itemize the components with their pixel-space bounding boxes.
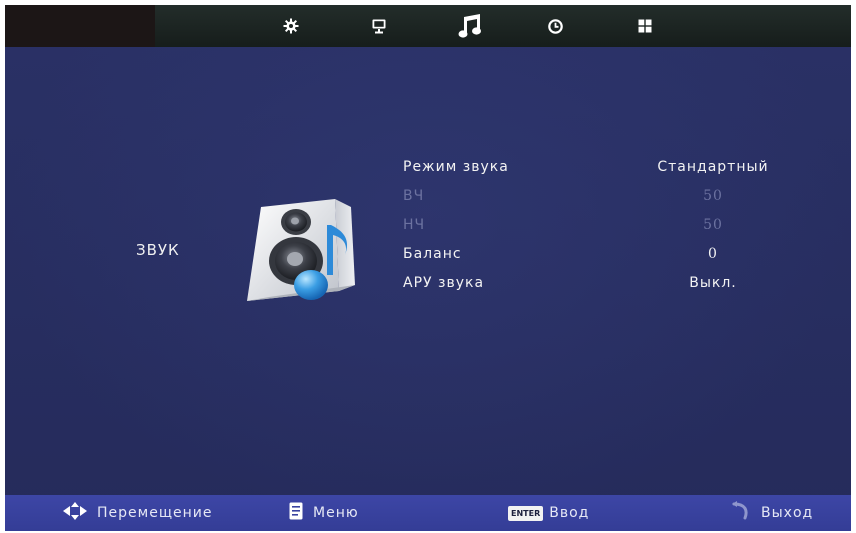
hint-exit: Выход bbox=[731, 495, 813, 531]
enter-key-icon: ENTER bbox=[508, 505, 544, 521]
setting-row-treble: ВЧ 50 bbox=[403, 182, 803, 211]
bottom-hint-bar: Перемещение Меню ENTER Ввод Выход bbox=[5, 495, 851, 531]
tab-options[interactable] bbox=[625, 5, 665, 47]
setting-value: 50 bbox=[703, 217, 723, 233]
return-arrow-icon bbox=[731, 501, 751, 525]
setting-row-bass: НЧ 50 bbox=[403, 211, 803, 240]
hint-exit-label: Выход bbox=[761, 505, 814, 521]
setting-value: Выкл. bbox=[689, 275, 737, 291]
tab-picture[interactable] bbox=[359, 5, 399, 47]
setting-label: АРУ звука bbox=[403, 275, 485, 291]
setting-label: НЧ bbox=[403, 217, 426, 233]
tv-menu-screen: ЗВУК Режим звука Стандартный ВЧ 50 НЧ 50… bbox=[5, 5, 851, 531]
setting-row-balance[interactable]: Баланс 0 bbox=[403, 240, 803, 269]
setting-label: Баланс bbox=[403, 246, 462, 262]
sound-settings-list: Режим звука Стандартный ВЧ 50 НЧ 50 Бала… bbox=[403, 153, 803, 298]
menu-icon bbox=[289, 502, 303, 524]
setting-label: Режим звука bbox=[403, 159, 509, 175]
hint-menu-label: Меню bbox=[313, 505, 359, 521]
grid-icon bbox=[638, 19, 652, 33]
hint-enter: ENTER Ввод bbox=[508, 495, 589, 531]
setting-label: ВЧ bbox=[403, 188, 425, 204]
setting-value: Стандартный bbox=[657, 159, 769, 175]
tab-setup[interactable] bbox=[271, 5, 311, 47]
setting-row-avc[interactable]: АРУ звука Выкл. bbox=[403, 269, 803, 298]
arrows-icon bbox=[63, 502, 87, 524]
monitor-icon bbox=[372, 19, 386, 34]
top-bar-left-panel bbox=[5, 5, 155, 47]
music-note-icon bbox=[458, 13, 482, 39]
hint-menu: Меню bbox=[289, 495, 359, 531]
menu-title: ЗВУК bbox=[136, 241, 180, 259]
hint-navigate-label: Перемещение bbox=[97, 505, 213, 521]
hint-navigate: Перемещение bbox=[63, 495, 212, 531]
tab-time[interactable] bbox=[535, 5, 575, 47]
setting-value: 0 bbox=[708, 246, 718, 262]
tab-sound[interactable] bbox=[450, 5, 490, 47]
speaker-icon bbox=[239, 195, 365, 311]
gear-icon bbox=[283, 18, 299, 34]
hint-enter-label: Ввод bbox=[549, 505, 590, 521]
top-tab-bar bbox=[5, 5, 851, 47]
clock-icon bbox=[547, 18, 563, 34]
setting-row-sound-mode[interactable]: Режим звука Стандартный bbox=[403, 153, 803, 182]
setting-value: 50 bbox=[703, 188, 723, 204]
